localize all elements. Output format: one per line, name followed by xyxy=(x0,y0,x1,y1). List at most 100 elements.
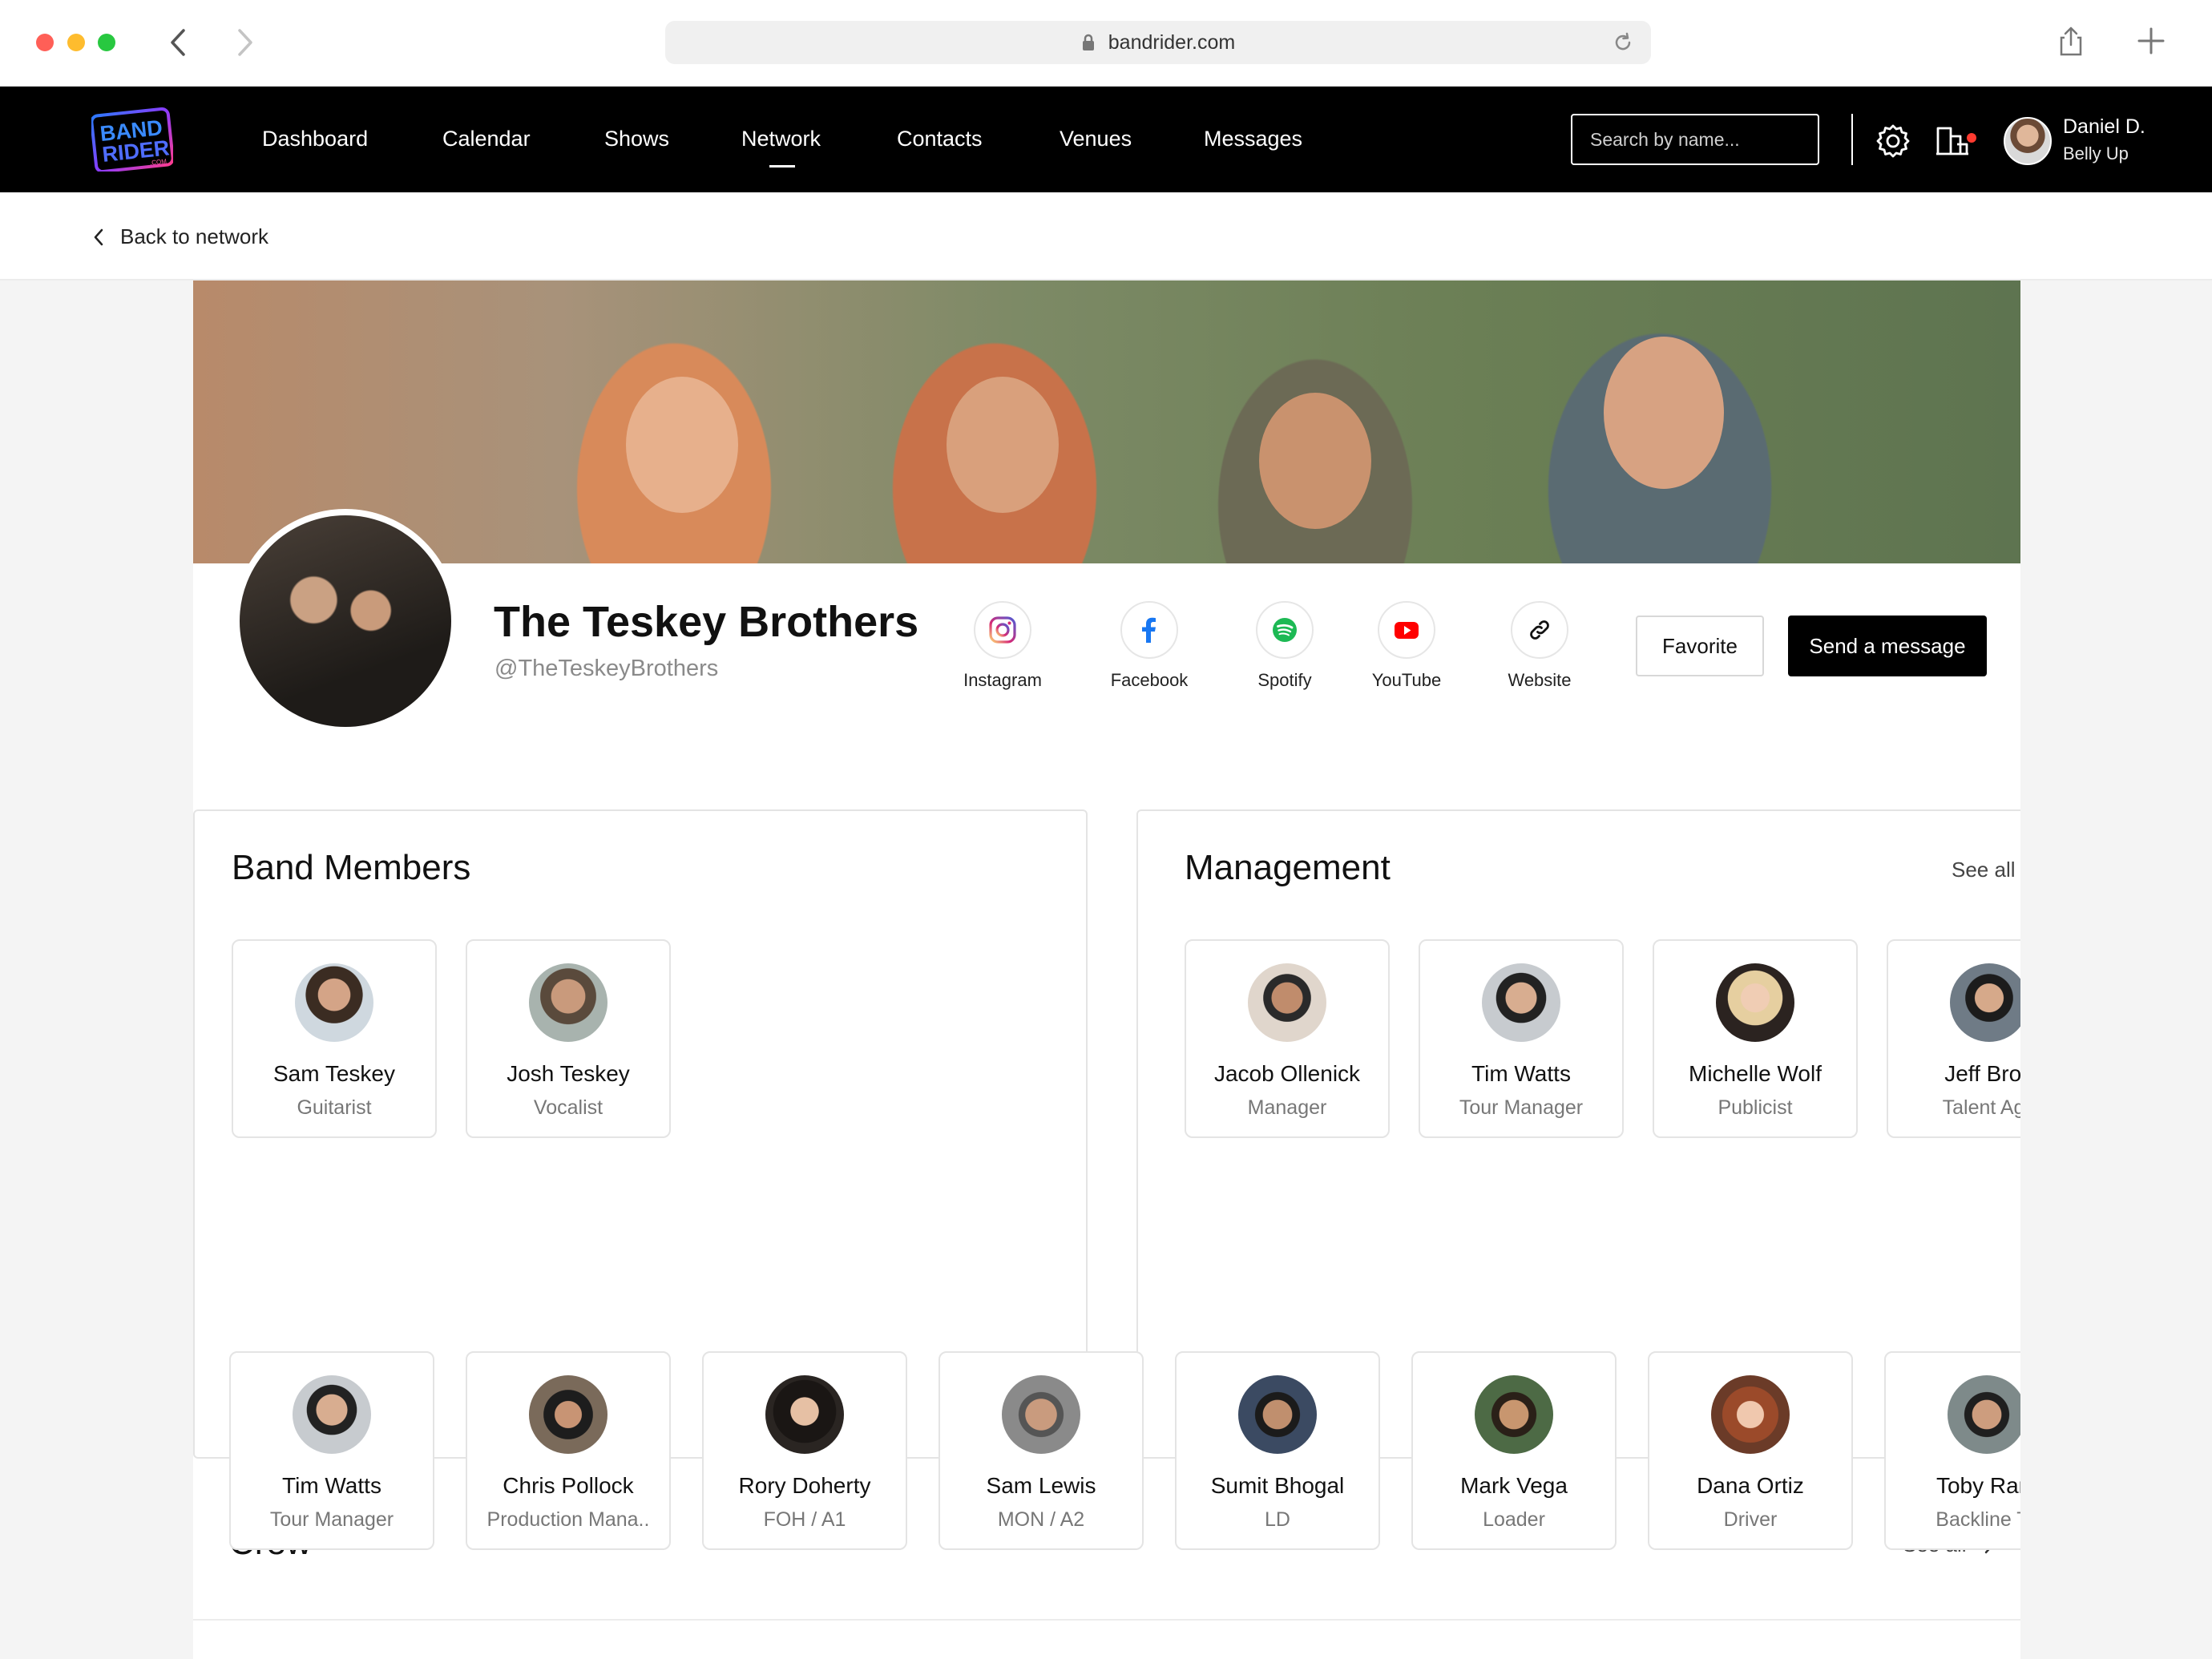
crew-card[interactable]: Tim Watts Tour Manager xyxy=(229,1351,434,1550)
nav-messages[interactable]: Messages xyxy=(1204,127,1302,151)
crew-role: MON / A2 xyxy=(997,1508,1085,1531)
spotify-label: Spotify xyxy=(1257,670,1312,690)
crew-role: Backline Te xyxy=(1936,1508,2020,1531)
back-bar: Back to network xyxy=(0,192,2212,281)
crew-card[interactable]: Toby Ram Backline Te xyxy=(1884,1351,2020,1550)
crew-card[interactable]: Chris Pollock Production Mana.. xyxy=(466,1351,671,1550)
maximize-window-button[interactable] xyxy=(98,34,115,51)
band-handle: @TheTeskeyBrothers xyxy=(494,656,719,681)
chevron-right-icon xyxy=(238,29,252,56)
address-bar[interactable]: bandrider.com xyxy=(665,21,1651,64)
crew-avatar xyxy=(529,1375,607,1454)
member-name: Josh Teskey xyxy=(507,1061,630,1086)
browser-forward-button[interactable] xyxy=(229,24,261,61)
crew-card[interactable]: Rory Doherty FOH / A1 xyxy=(702,1351,907,1550)
chevron-left-icon xyxy=(94,228,103,245)
nav-contacts[interactable]: Contacts xyxy=(897,127,983,151)
crew-name: Dana Ortiz xyxy=(1697,1473,1804,1498)
member-avatar xyxy=(295,963,373,1042)
management-title: Management xyxy=(1185,848,1391,887)
user-org: Belly Up xyxy=(2063,143,2129,163)
manager-avatar xyxy=(1950,963,2020,1042)
crew-avatar xyxy=(1948,1375,2020,1454)
crew-role: Tour Manager xyxy=(269,1508,394,1531)
crew-role: FOH / A1 xyxy=(763,1508,846,1531)
crew-card[interactable]: Sumit Bhogal LD xyxy=(1175,1351,1380,1550)
crew-name: Toby Ram xyxy=(1936,1473,2020,1498)
facebook-link[interactable]: Facebook xyxy=(1093,601,1205,691)
member-card[interactable]: Josh Teskey Vocalist xyxy=(466,939,671,1138)
gear-icon[interactable] xyxy=(1875,123,1911,163)
cover-photo xyxy=(193,281,2020,563)
youtube-link[interactable]: YouTube xyxy=(1350,601,1463,691)
notification-dot xyxy=(1967,133,1976,143)
venue-icon[interactable] xyxy=(1935,122,1976,161)
crew-name: Sumit Bhogal xyxy=(1210,1473,1345,1498)
manager-card[interactable]: Jeff Broo Talent Age xyxy=(1887,939,2020,1138)
minimize-window-button[interactable] xyxy=(67,34,85,51)
browser-chrome: bandrider.com xyxy=(0,0,2212,87)
manager-name: Jacob Ollenick xyxy=(1213,1061,1361,1086)
website-link[interactable]: Website xyxy=(1483,601,1596,691)
crew-avatar xyxy=(765,1375,844,1454)
crew-role: LD xyxy=(1265,1508,1290,1531)
user-name: Daniel D. xyxy=(2063,115,2145,138)
new-tab-icon[interactable] xyxy=(2137,24,2166,62)
manager-card[interactable]: Jacob Ollenick Manager xyxy=(1185,939,1390,1138)
manager-role: Manager xyxy=(1247,1096,1327,1119)
manager-name: Michelle Wolf xyxy=(1689,1061,1822,1086)
manager-card[interactable]: Michelle Wolf Publicist xyxy=(1653,939,1858,1138)
back-to-network-link[interactable]: Back to network xyxy=(93,224,268,249)
search-input[interactable] xyxy=(1571,114,1819,165)
nav-divider xyxy=(1851,114,1853,165)
crew-card[interactable]: Sam Lewis MON / A2 xyxy=(938,1351,1144,1550)
member-role: Guitarist xyxy=(297,1096,372,1119)
management-see-all[interactable]: See all xyxy=(1952,858,2020,882)
youtube-label: YouTube xyxy=(1371,670,1442,690)
user-avatar[interactable] xyxy=(2004,117,2052,165)
bandrider-logo[interactable]: BAND RIDER .COM xyxy=(90,107,175,174)
crew-role: Production Mana.. xyxy=(486,1508,650,1531)
favorite-button[interactable]: Favorite xyxy=(1636,616,1764,676)
website-label: Website xyxy=(1508,670,1572,690)
lock-icon xyxy=(1081,33,1096,52)
browser-back-button[interactable] xyxy=(162,24,194,61)
member-name: Sam Teskey xyxy=(273,1061,395,1086)
nav-dashboard[interactable]: Dashboard xyxy=(262,127,368,151)
crew-name: Tim Watts xyxy=(282,1473,381,1498)
close-window-button[interactable] xyxy=(36,34,54,51)
reload-icon[interactable] xyxy=(1613,31,1633,59)
manager-avatar xyxy=(1482,963,1560,1042)
nav-shows[interactable]: Shows xyxy=(604,127,669,151)
facebook-icon xyxy=(1142,617,1156,643)
see-all-label: See all xyxy=(1952,858,2016,882)
manager-card[interactable]: Tim Watts Tour Manager xyxy=(1419,939,1624,1138)
crew-role: Driver xyxy=(1723,1508,1778,1531)
url-text: bandrider.com xyxy=(1108,30,1236,54)
instagram-link[interactable]: Instagram xyxy=(947,601,1059,691)
section-divider xyxy=(193,1619,2020,1621)
spotify-icon xyxy=(1273,618,1297,642)
manager-role: Talent Age xyxy=(1942,1096,2020,1119)
band-name: The Teskey Brothers xyxy=(494,598,919,646)
send-message-button[interactable]: Send a message xyxy=(1788,616,1987,676)
member-card[interactable]: Sam Teskey Guitarist xyxy=(232,939,437,1138)
user-menu[interactable]: Daniel D. Belly Up xyxy=(2063,115,2145,164)
crew-avatar xyxy=(1475,1375,1553,1454)
share-icon[interactable] xyxy=(2057,26,2085,62)
back-label: Back to network xyxy=(120,224,268,248)
manager-name: Jeff Broo xyxy=(1944,1061,2020,1086)
nav-venues[interactable]: Venues xyxy=(1060,127,1132,151)
member-avatar xyxy=(529,963,607,1042)
manager-avatar xyxy=(1716,963,1794,1042)
nav-calendar[interactable]: Calendar xyxy=(442,127,531,151)
crew-card[interactable]: Dana Ortiz Driver xyxy=(1648,1351,1853,1550)
crew-name: Chris Pollock xyxy=(503,1473,634,1498)
nav-network[interactable]: Network xyxy=(741,127,821,168)
member-role: Vocalist xyxy=(533,1096,603,1119)
crew-card[interactable]: Mark Vega Loader xyxy=(1411,1351,1617,1550)
instagram-label: Instagram xyxy=(963,670,1042,690)
manager-avatar xyxy=(1248,963,1326,1042)
crew-avatar xyxy=(1238,1375,1317,1454)
spotify-link[interactable]: Spotify xyxy=(1229,601,1341,691)
